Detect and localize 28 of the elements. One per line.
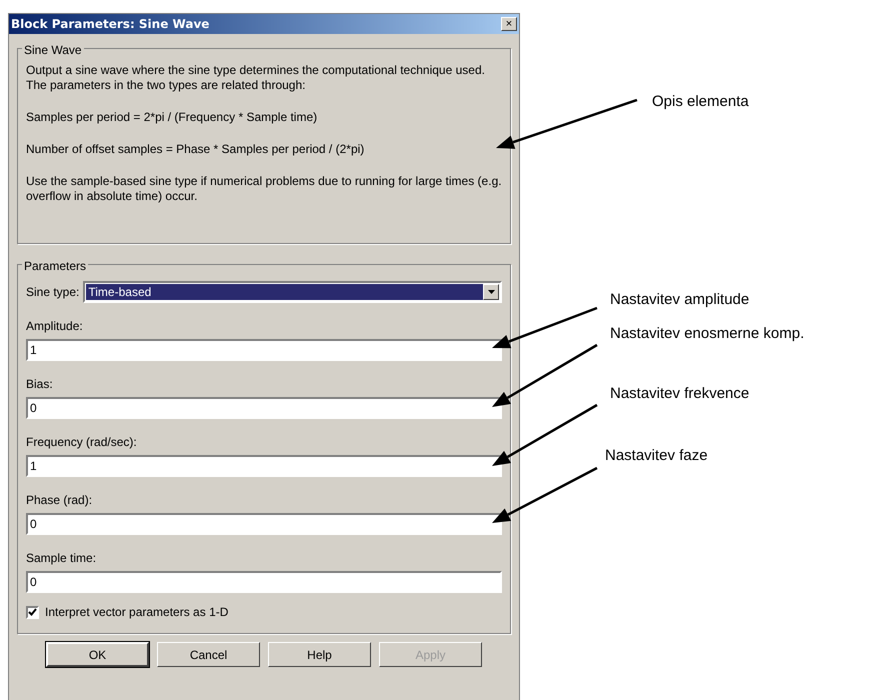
description-text: Use the sample-based sine type if numerical problems due to running for large times (e.g. overflow in absolute time) occur. [26,174,502,204]
window-title: Block Parameters: Sine Wave [11,16,210,33]
field-label: Amplitude: [26,318,84,335]
input-field[interactable]: 0 [26,397,502,419]
field-label: Bias: [26,376,54,393]
input-field[interactable]: 0 [26,513,502,535]
dialog-button[interactable]: Help [268,642,371,667]
input-field[interactable]: 1 [26,339,502,361]
annotation-label: Nastavitev enosmerne komp. [610,324,804,344]
input-field[interactable]: 1 [26,455,502,477]
annotation-label: Nastavitev faze [605,446,708,466]
field-label: Sample time: [26,550,98,567]
annotation-label: Opis elementa [652,92,749,112]
dialog-button[interactable]: Cancel [157,642,260,667]
description-text: Output a sine wave where the sine type determines the computational technique used. The parameters in the two types are related through: [26,63,486,93]
annotation-label: Nastavitev frekvence [610,384,750,404]
dropdown-value: Time-based [86,284,483,300]
dropdown[interactable]: Time-based [83,281,502,303]
annotation-label: Nastavitev amplitude [610,290,750,310]
input-field[interactable]: 0 [26,571,502,593]
dialog-button[interactable]: OK [46,642,149,667]
description-text: Number of offset samples = Phase * Samples per period / (2*pi) [26,142,366,157]
close-button[interactable]: × [501,17,517,31]
field-label: Sine type: [26,284,80,301]
description-text: Samples per period = 2*pi / (Frequency * Sample time) [26,110,318,125]
checkbox-label: Interpret vector parameters as 1-D [45,604,228,621]
field-label: Frequency (rad/sec): [26,434,138,451]
field-label: Phase (rad): [26,492,94,509]
